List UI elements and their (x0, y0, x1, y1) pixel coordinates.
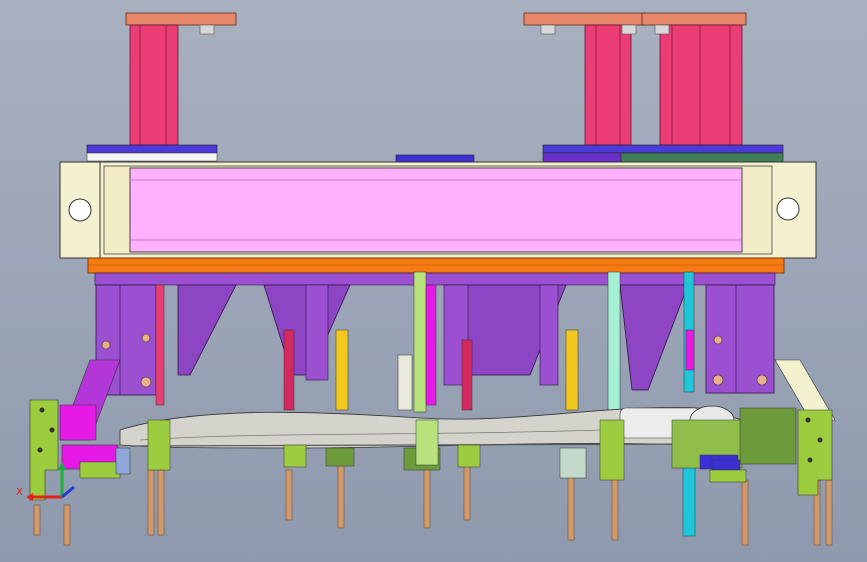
clamp-arms[interactable] (155, 271, 695, 413)
pneumatic-cylinder-right-a[interactable] (523, 12, 647, 146)
triad-x-axis-label: X (16, 487, 23, 498)
orange-rail (87, 257, 785, 274)
main-beam[interactable] (59, 161, 817, 259)
sheet-metal-part[interactable] (119, 405, 761, 449)
mounting-pads (86, 144, 784, 163)
pneumatic-cylinder-left[interactable] (125, 12, 237, 146)
cad-3d-viewport[interactable]: X (0, 0, 867, 562)
fixture-assembly-model[interactable] (0, 0, 867, 562)
pneumatic-cylinder-right-b[interactable] (641, 12, 747, 146)
